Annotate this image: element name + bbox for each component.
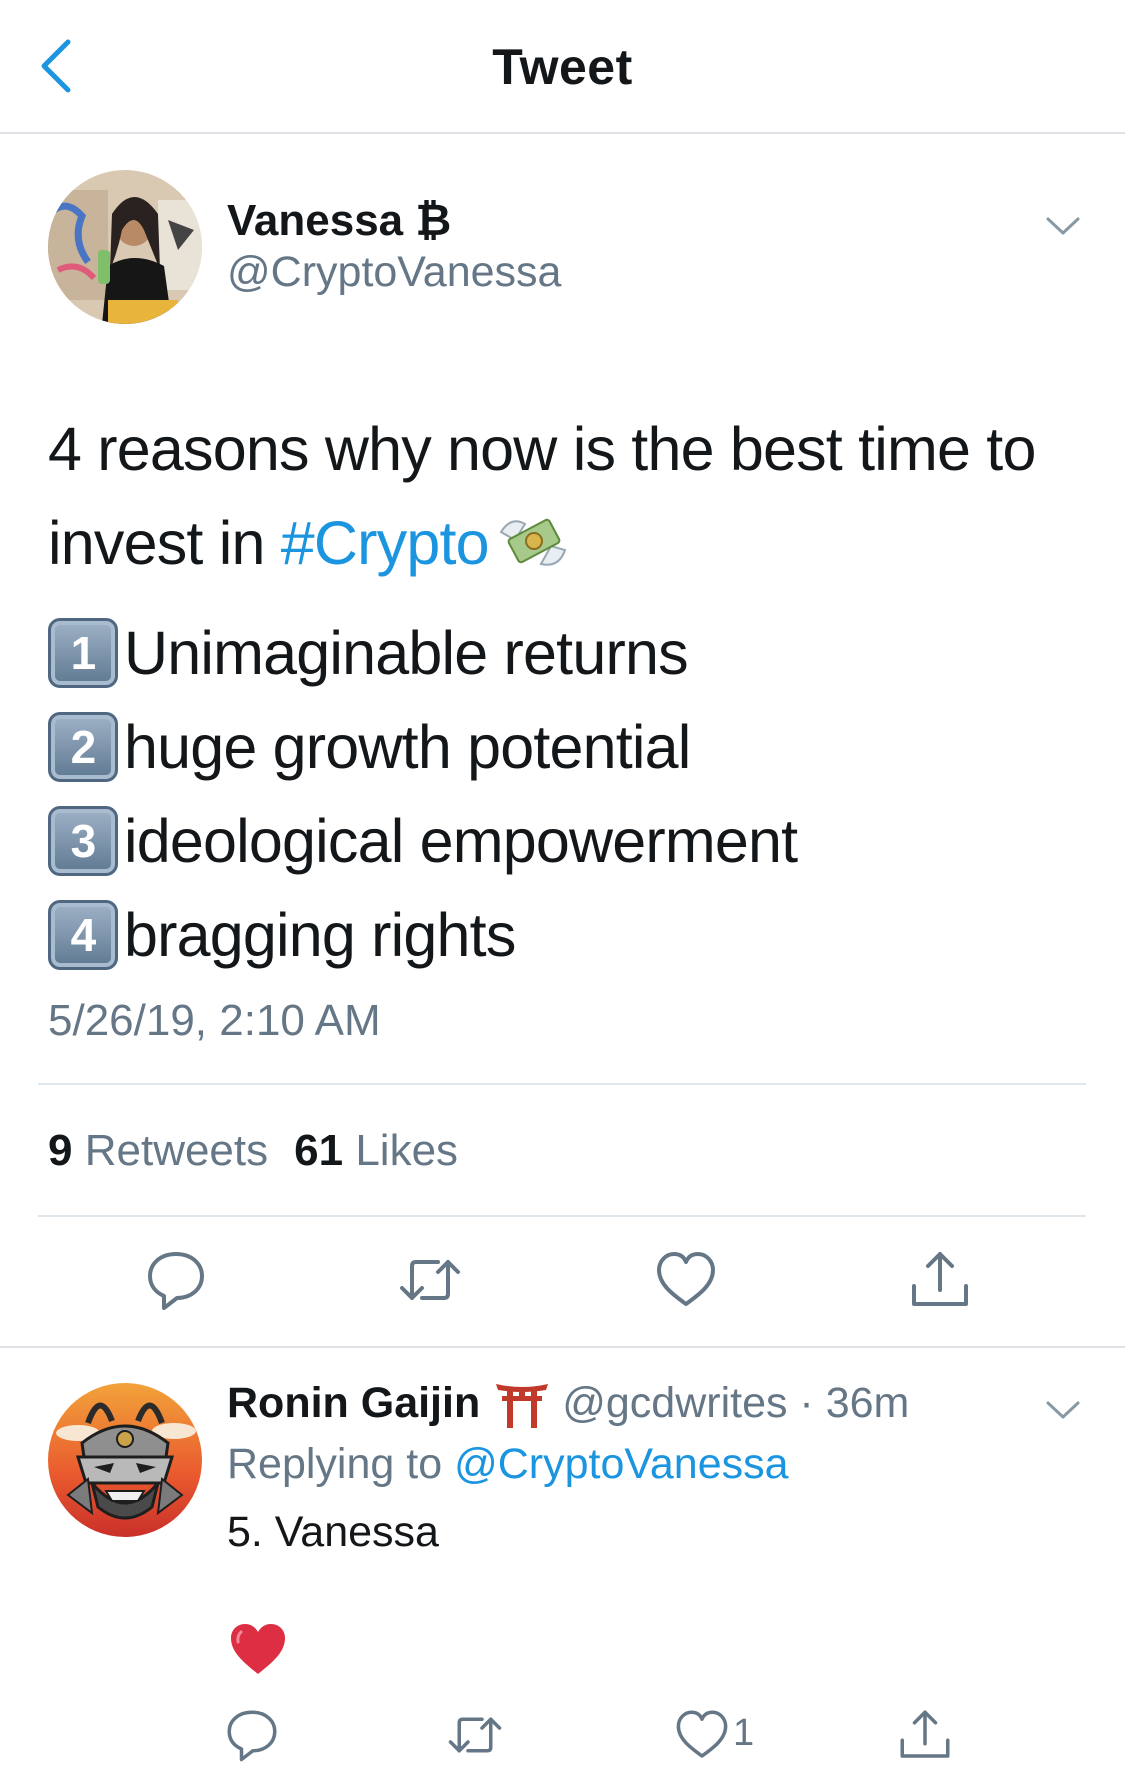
author-handle[interactable]: @CryptoVanessa: [227, 248, 561, 297]
replying-mention-link[interactable]: @CryptoVanessa: [454, 1440, 788, 1488]
list-item: 1 Unimaginable returns: [48, 606, 1088, 700]
list-item-text: huge growth potential: [124, 713, 691, 781]
like-icon[interactable]: [654, 1248, 718, 1312]
reply-like-count: 1: [733, 1712, 755, 1754]
list-item: 3 ideological empowerment: [48, 794, 1088, 888]
retweet-icon[interactable]: [447, 1707, 503, 1763]
keycap-number: 1: [48, 618, 118, 688]
retweets-label: Retweets: [84, 1126, 269, 1175]
money-with-wings-icon: [499, 518, 567, 566]
divider: [38, 1083, 1086, 1085]
share-icon[interactable]: [897, 1707, 953, 1763]
author-name[interactable]: Vanessa ₿: [227, 196, 451, 246]
keycap-number: 4: [48, 900, 118, 970]
likes-count: 61: [294, 1126, 344, 1175]
likes-stat[interactable]: 61 Likes: [294, 1126, 458, 1176]
chevron-down-icon[interactable]: [1046, 1400, 1080, 1420]
divider: [38, 1215, 1086, 1217]
list-item-text: bragging rights: [124, 901, 516, 969]
avatar[interactable]: [48, 170, 202, 324]
tweet-text: 4 reasons why now is the best time to in…: [48, 402, 1088, 590]
share-icon[interactable]: [908, 1248, 972, 1312]
reply-action-bar: [0, 1707, 1125, 1767]
page-title: Tweet: [492, 39, 633, 95]
retweet-icon[interactable]: [398, 1248, 462, 1312]
list-item-text: Unimaginable returns: [124, 619, 689, 687]
section-separator: [0, 1346, 1125, 1348]
keycap-number: 3: [48, 806, 118, 876]
hashtag-link[interactable]: #Crypto: [281, 509, 490, 577]
keycap-number: 2: [48, 712, 118, 782]
list-item: 4 bragging rights: [48, 888, 1088, 982]
list-item: 2 huge growth potential: [48, 700, 1088, 794]
shinto-shrine-icon: [496, 1384, 549, 1428]
red-heart-icon: [231, 1624, 285, 1674]
reply-author-name[interactable]: Ronin Gaijin: [227, 1379, 480, 1428]
retweets-count: 9: [48, 1126, 73, 1175]
retweets-stat[interactable]: 9 Retweets: [48, 1126, 268, 1176]
reasons-list: 1 Unimaginable returns 2 huge growth pot…: [48, 606, 1088, 982]
reply-icon[interactable]: [224, 1707, 280, 1763]
chevron-down-icon[interactable]: [1046, 216, 1080, 236]
tweet-timestamp: 5/26/19, 2:10 AM: [48, 996, 381, 1045]
nav-bar: Tweet: [0, 0, 1125, 134]
replying-label: Replying to: [227, 1440, 455, 1488]
reply-icon[interactable]: [144, 1248, 208, 1312]
reply-handle-time[interactable]: @gcdwrites · 36m: [562, 1379, 909, 1428]
tweet-stats: 9 Retweets 61 Likes: [48, 1126, 458, 1176]
list-item-text: ideological empowerment: [124, 807, 798, 875]
likes-label: Likes: [355, 1126, 459, 1175]
like-icon[interactable]: [674, 1707, 730, 1763]
tweet-action-bar: [0, 1246, 1125, 1316]
replying-to: Replying to @CryptoVanessa: [227, 1440, 789, 1489]
reply-header: Ronin Gaijin @gcdwrites · 36m: [227, 1378, 909, 1428]
reply-avatar[interactable]: [48, 1383, 202, 1537]
reply-text: 5. Vanessa: [227, 1508, 439, 1556]
